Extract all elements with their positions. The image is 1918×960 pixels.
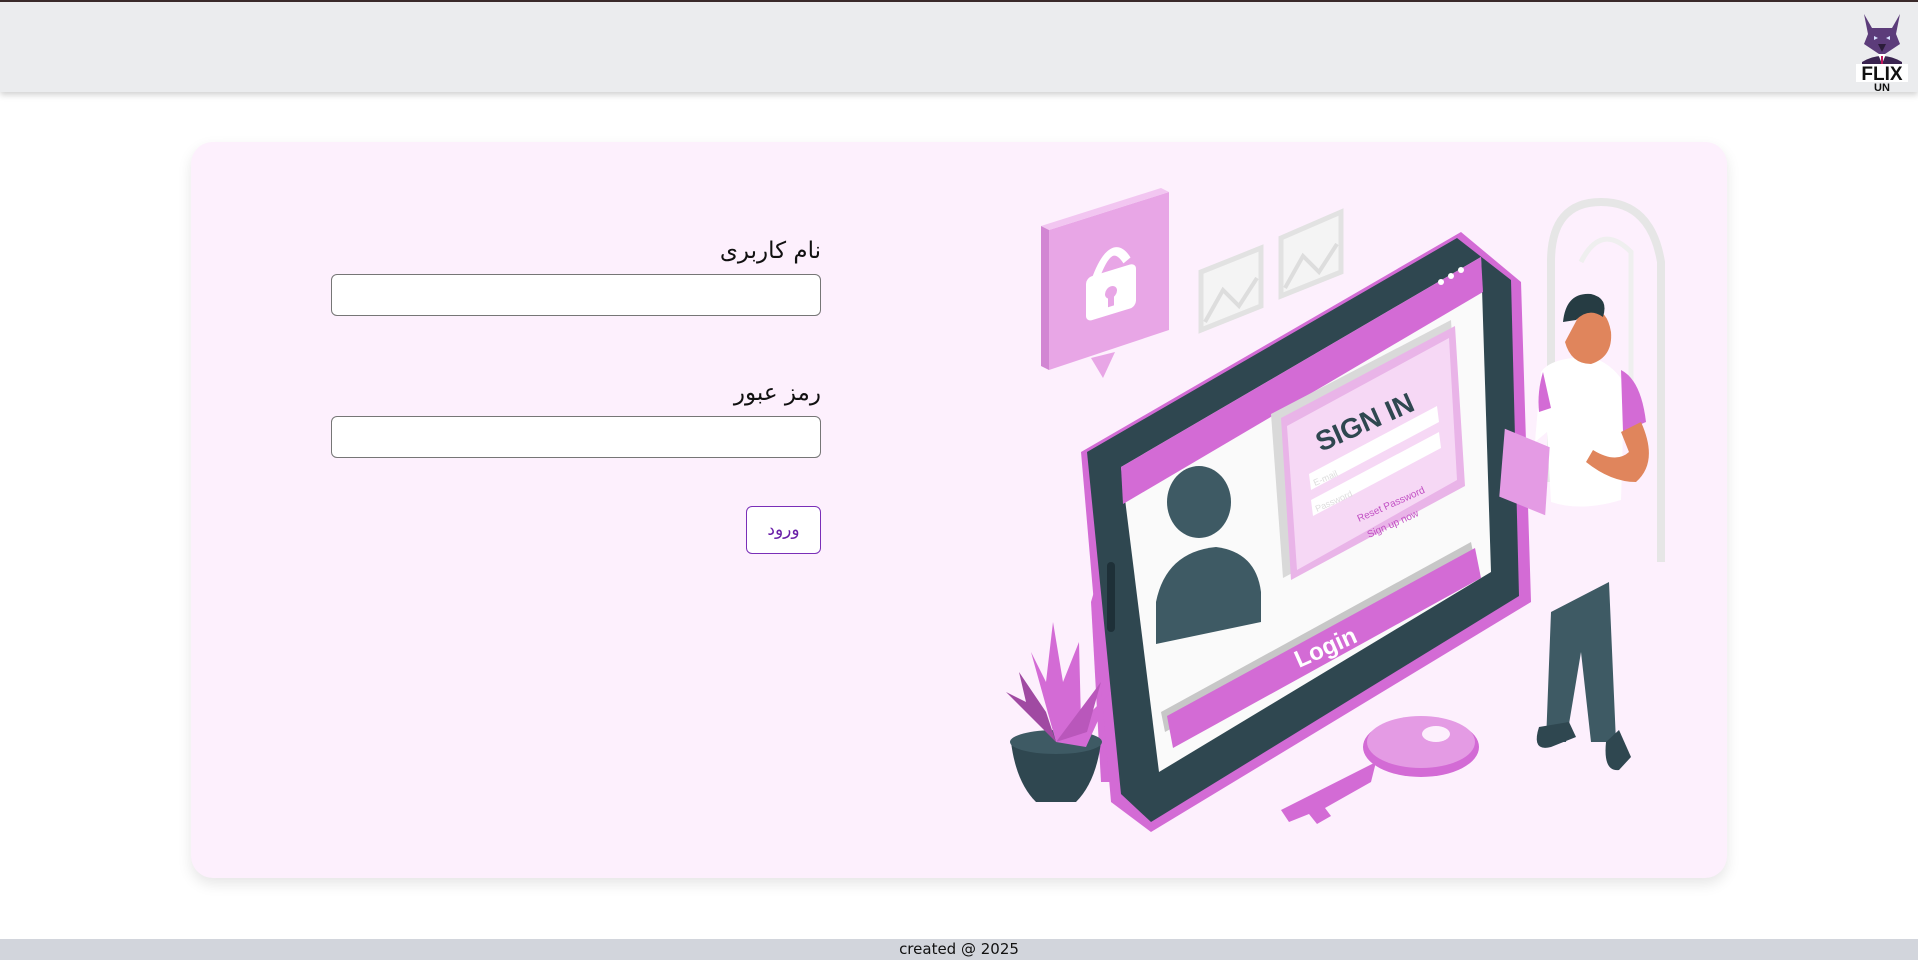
flixun-logo[interactable]: FLIX UN [1856, 10, 1908, 92]
login-card: نام کاربری رمز عبور ورود SIGN IN E-mail … [191, 142, 1727, 878]
logo-text-un: UN [1874, 82, 1890, 92]
picture-frame-icon [1278, 208, 1344, 300]
password-label: رمز عبور [733, 380, 821, 406]
username-label: نام کاربری [719, 238, 821, 264]
lock-bubble-icon [1041, 188, 1169, 378]
picture-frame-icon [1198, 244, 1264, 334]
login-submit-button[interactable]: ورود [746, 506, 821, 554]
password-input[interactable] [331, 416, 821, 458]
sign-in-illustration: SIGN IN E-mail Password Reset Password S… [1006, 188, 1665, 832]
header-bar: FLIX UN [0, 0, 1918, 92]
footer-text: created @ 2025 [899, 940, 1019, 958]
footer: created @ 2025 [0, 939, 1918, 960]
username-input[interactable] [331, 274, 821, 316]
login-form: نام کاربری رمز عبور ورود [331, 232, 821, 554]
